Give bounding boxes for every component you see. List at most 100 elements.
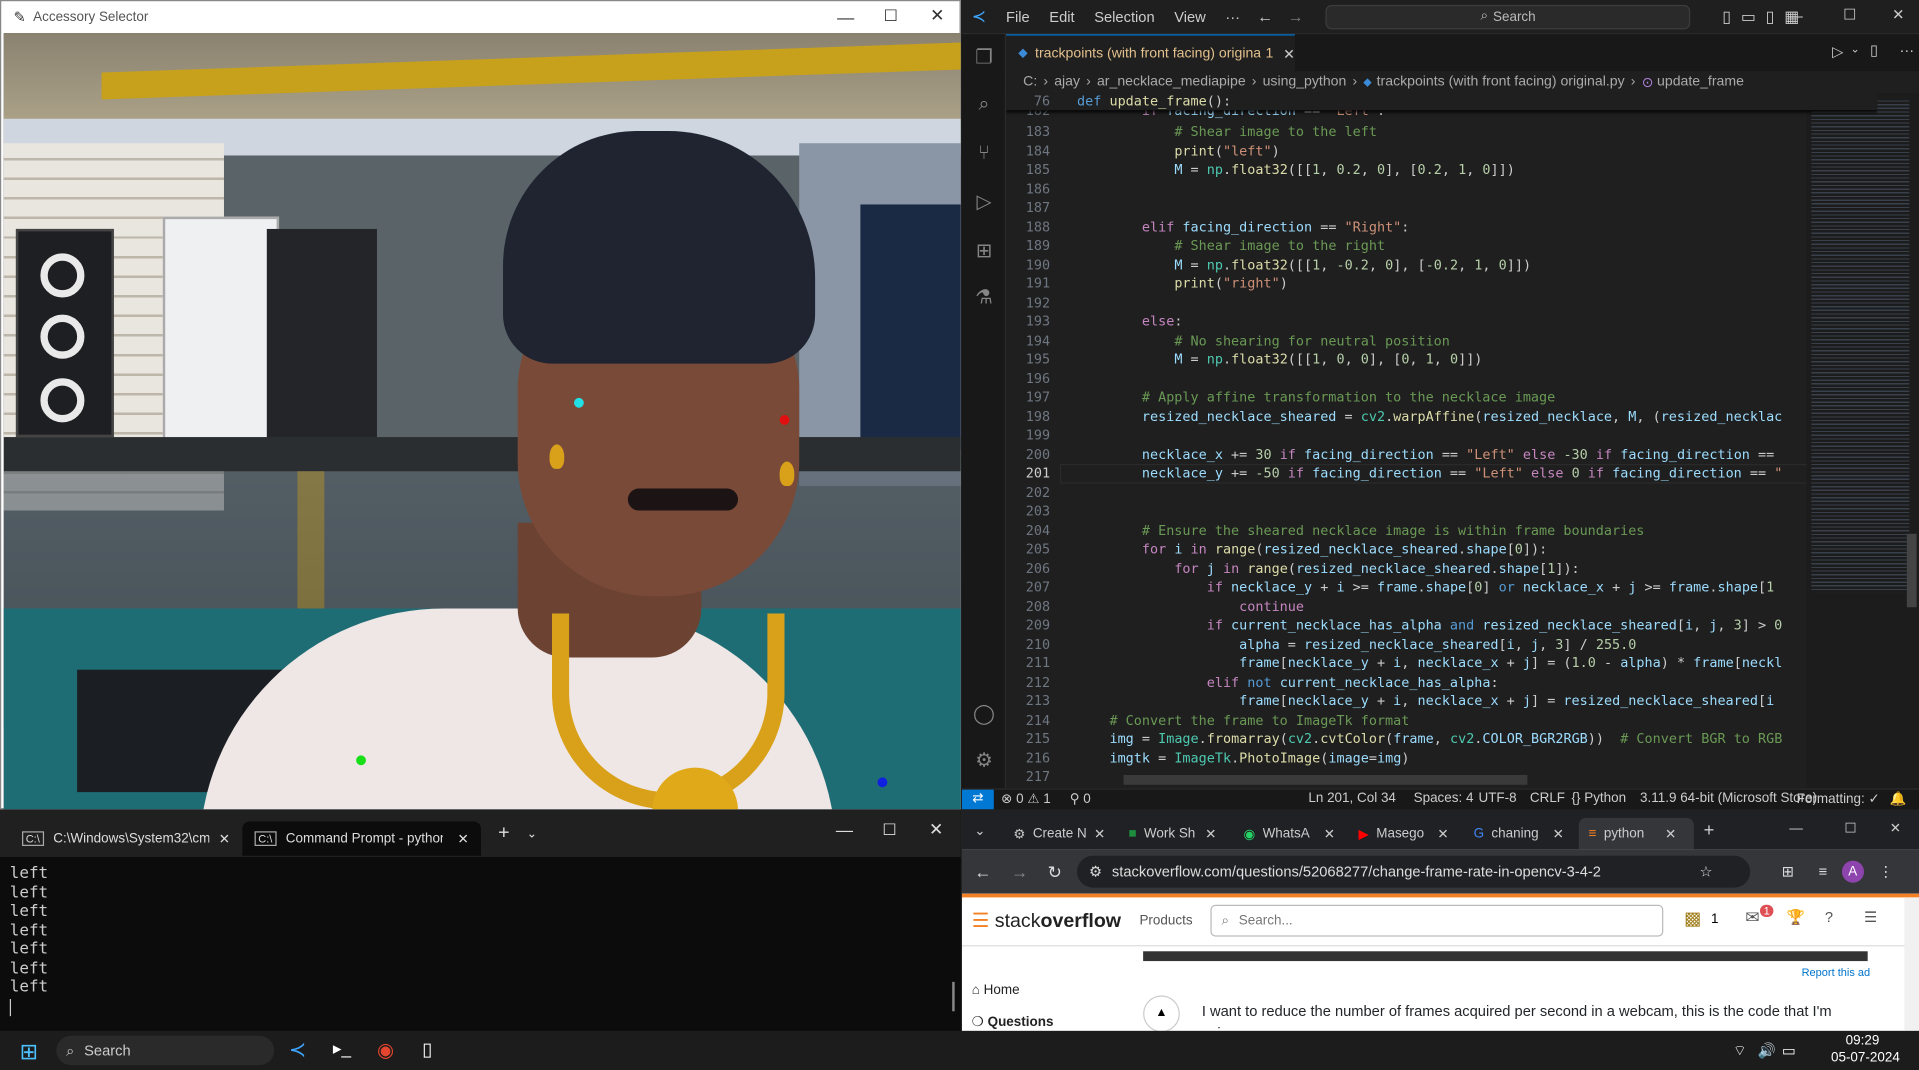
extensions-icon[interactable]: ⊞: [1782, 863, 1794, 880]
code-editor[interactable]: 76 def update_frame(): 182 183 184 185 186…: [1006, 93, 1878, 789]
back-arrow-icon[interactable]: ←: [1257, 7, 1273, 25]
maximize-button[interactable]: ☐: [1844, 820, 1856, 837]
site-info-icon[interactable]: ⚙: [1089, 863, 1102, 880]
terminal-taskbar-icon[interactable]: ▸_: [333, 1038, 351, 1059]
vscode-taskbar-icon[interactable]: ≺: [289, 1038, 306, 1062]
achievements-icon[interactable]: ▩: [1684, 907, 1701, 929]
close-button[interactable]: ✕: [1892, 6, 1904, 23]
maximize-button[interactable]: ☐: [1843, 6, 1856, 23]
menu-view[interactable]: View: [1164, 8, 1215, 25]
nav-questions[interactable]: ❍ Questions: [962, 1014, 1121, 1030]
run-button[interactable]: ▷: [1832, 43, 1843, 60]
interpreter[interactable]: 3.11.9 64-bit (Microsoft Store): [1640, 791, 1817, 806]
back-arrow-icon[interactable]: ←: [974, 862, 991, 882]
run-debug-icon[interactable]: ▷: [972, 191, 996, 215]
testing-icon[interactable]: ⚗: [972, 286, 996, 310]
extensions-icon[interactable]: ⊞: [972, 240, 996, 264]
chevron-down-icon[interactable]: ⌄: [527, 827, 537, 840]
site-switcher-icon[interactable]: ☰: [1864, 908, 1877, 925]
clock-time[interactable]: 09:29: [1846, 1033, 1880, 1048]
terminal-tab-cmd[interactable]: C:\ C:\Windows\System32\cmd.ex ✕: [10, 822, 243, 856]
menu-more[interactable]: ···: [1216, 8, 1250, 25]
close-button[interactable]: ✕: [1890, 820, 1901, 837]
help-icon[interactable]: ?: [1825, 908, 1833, 925]
bell-icon[interactable]: 🔔: [1890, 791, 1907, 807]
minimize-button[interactable]: —: [1789, 822, 1802, 837]
volume-icon[interactable]: 🔊: [1758, 1042, 1776, 1059]
battery-icon[interactable]: ▭: [1782, 1042, 1796, 1059]
gear-icon[interactable]: ⚙: [972, 749, 996, 773]
whatsapp-icon: ◉: [1243, 827, 1256, 842]
more-menu-icon[interactable]: ⋮: [1878, 863, 1893, 880]
minimize-button[interactable]: —: [1788, 7, 1803, 24]
source-control-icon[interactable]: ⑂: [972, 142, 996, 166]
cursor-position[interactable]: Ln 201, Col 34: [1308, 791, 1396, 806]
trophy-icon[interactable]: 🏆: [1787, 908, 1805, 925]
more-actions-icon[interactable]: ···: [1899, 42, 1914, 59]
language-mode[interactable]: {} Python: [1571, 791, 1626, 806]
tab-google[interactable]: Gchaning ✕: [1464, 818, 1579, 850]
encoding[interactable]: UTF-8: [1478, 791, 1516, 806]
nav-home[interactable]: ⌂ Home: [962, 983, 1121, 998]
editor-tab[interactable]: ◆ trackpoints (with front facing) origin…: [1006, 34, 1295, 72]
account-icon[interactable]: ◯: [972, 703, 996, 727]
profile-avatar[interactable]: A: [1841, 860, 1864, 883]
file-taskbar-icon[interactable]: ▯: [422, 1038, 432, 1060]
forward-arrow-icon[interactable]: →: [1288, 7, 1304, 25]
chevron-down-icon[interactable]: ⌄: [1851, 43, 1860, 56]
horizontal-scrollbar[interactable]: [1123, 774, 1528, 785]
reading-list-icon[interactable]: ≡: [1818, 863, 1827, 880]
chrome-taskbar-icon[interactable]: ◉: [377, 1038, 394, 1062]
maximize-button[interactable]: ☐: [882, 820, 896, 840]
close-tab-icon[interactable]: ✕: [219, 831, 230, 847]
so-search-input[interactable]: ⌕ Search...: [1210, 904, 1664, 937]
reload-icon[interactable]: ↻: [1048, 861, 1062, 882]
remote-icon[interactable]: ⇄: [961, 789, 994, 810]
minimap[interactable]: [1806, 93, 1919, 789]
url-field[interactable]: ⚙ stackoverflow.com/questions/52068277/c…: [1076, 855, 1750, 888]
tab-youtube[interactable]: ▶ Masego ✕: [1349, 818, 1464, 850]
stackoverflow-logo[interactable]: ☰ stackoverflow: [972, 908, 1121, 932]
page-scrollbar[interactable]: [1904, 897, 1919, 1035]
terminal-output[interactable]: left left left left left left left: [0, 857, 961, 1023]
tab-whatsapp[interactable]: ◉ WhatsA ✕: [1234, 818, 1349, 850]
method-icon: ⊙: [1641, 75, 1654, 91]
close-button[interactable]: ✕: [929, 819, 943, 840]
forward-arrow-icon[interactable]: →: [1011, 862, 1028, 882]
close-button[interactable]: ✕: [930, 5, 944, 26]
clock-date[interactable]: 05-07-2024: [1831, 1050, 1900, 1065]
command-center-search[interactable]: ⌕ Search: [1325, 4, 1691, 29]
terminal-tab-python[interactable]: C:\ Command Prompt - python ✕: [242, 821, 481, 856]
problems-indicator[interactable]: ⊗ 0 ⚠ 1: [1001, 791, 1051, 807]
close-tab-icon[interactable]: ✕: [457, 831, 468, 847]
wifi-icon[interactable]: ⌔: [1733, 1042, 1747, 1060]
line-endings[interactable]: CRLF: [1530, 791, 1565, 806]
menu-file[interactable]: File: [996, 8, 1039, 25]
report-ad-link[interactable]: Report this ad: [1802, 966, 1871, 978]
tab-create[interactable]: ⚙ Create N ✕: [1004, 818, 1119, 850]
menu-selection[interactable]: Selection: [1084, 8, 1164, 25]
formatting-status[interactable]: Formatting: ✓: [1797, 791, 1880, 807]
maximize-button[interactable]: ☐: [884, 6, 898, 26]
indentation[interactable]: Spaces: 4: [1414, 791, 1474, 806]
tab-python[interactable]: ≡ python ✕: [1578, 817, 1694, 850]
split-editor-icon[interactable]: ▯: [1870, 42, 1878, 59]
scrollbar[interactable]: [952, 981, 955, 1012]
bookmark-star-icon[interactable]: ☆: [1699, 863, 1712, 880]
upvote-button[interactable]: ▲: [1143, 995, 1180, 1033]
taskbar-search[interactable]: ⌕ Search: [56, 1035, 275, 1066]
new-tab-button[interactable]: +: [498, 823, 509, 845]
products-link[interactable]: Products: [1139, 913, 1192, 928]
search-icon[interactable]: ⌕: [972, 93, 996, 117]
ports-indicator[interactable]: ⚲ 0: [1070, 791, 1091, 807]
menu-edit[interactable]: Edit: [1040, 8, 1085, 25]
windows-start-icon[interactable]: ⊞: [20, 1039, 38, 1065]
minimize-button[interactable]: —: [837, 7, 854, 27]
tab-search-icon[interactable]: ⌄: [974, 822, 1003, 838]
inbox-icon[interactable]: ✉: [1745, 907, 1759, 928]
new-tab-button[interactable]: +: [1704, 820, 1715, 841]
explorer-icon[interactable]: ❐: [972, 47, 996, 71]
minimize-button[interactable]: —: [836, 820, 853, 840]
tab-worksheet[interactable]: ■ Work Sh ✕: [1119, 818, 1234, 850]
close-tab-icon[interactable]: ✕: [1283, 45, 1295, 62]
